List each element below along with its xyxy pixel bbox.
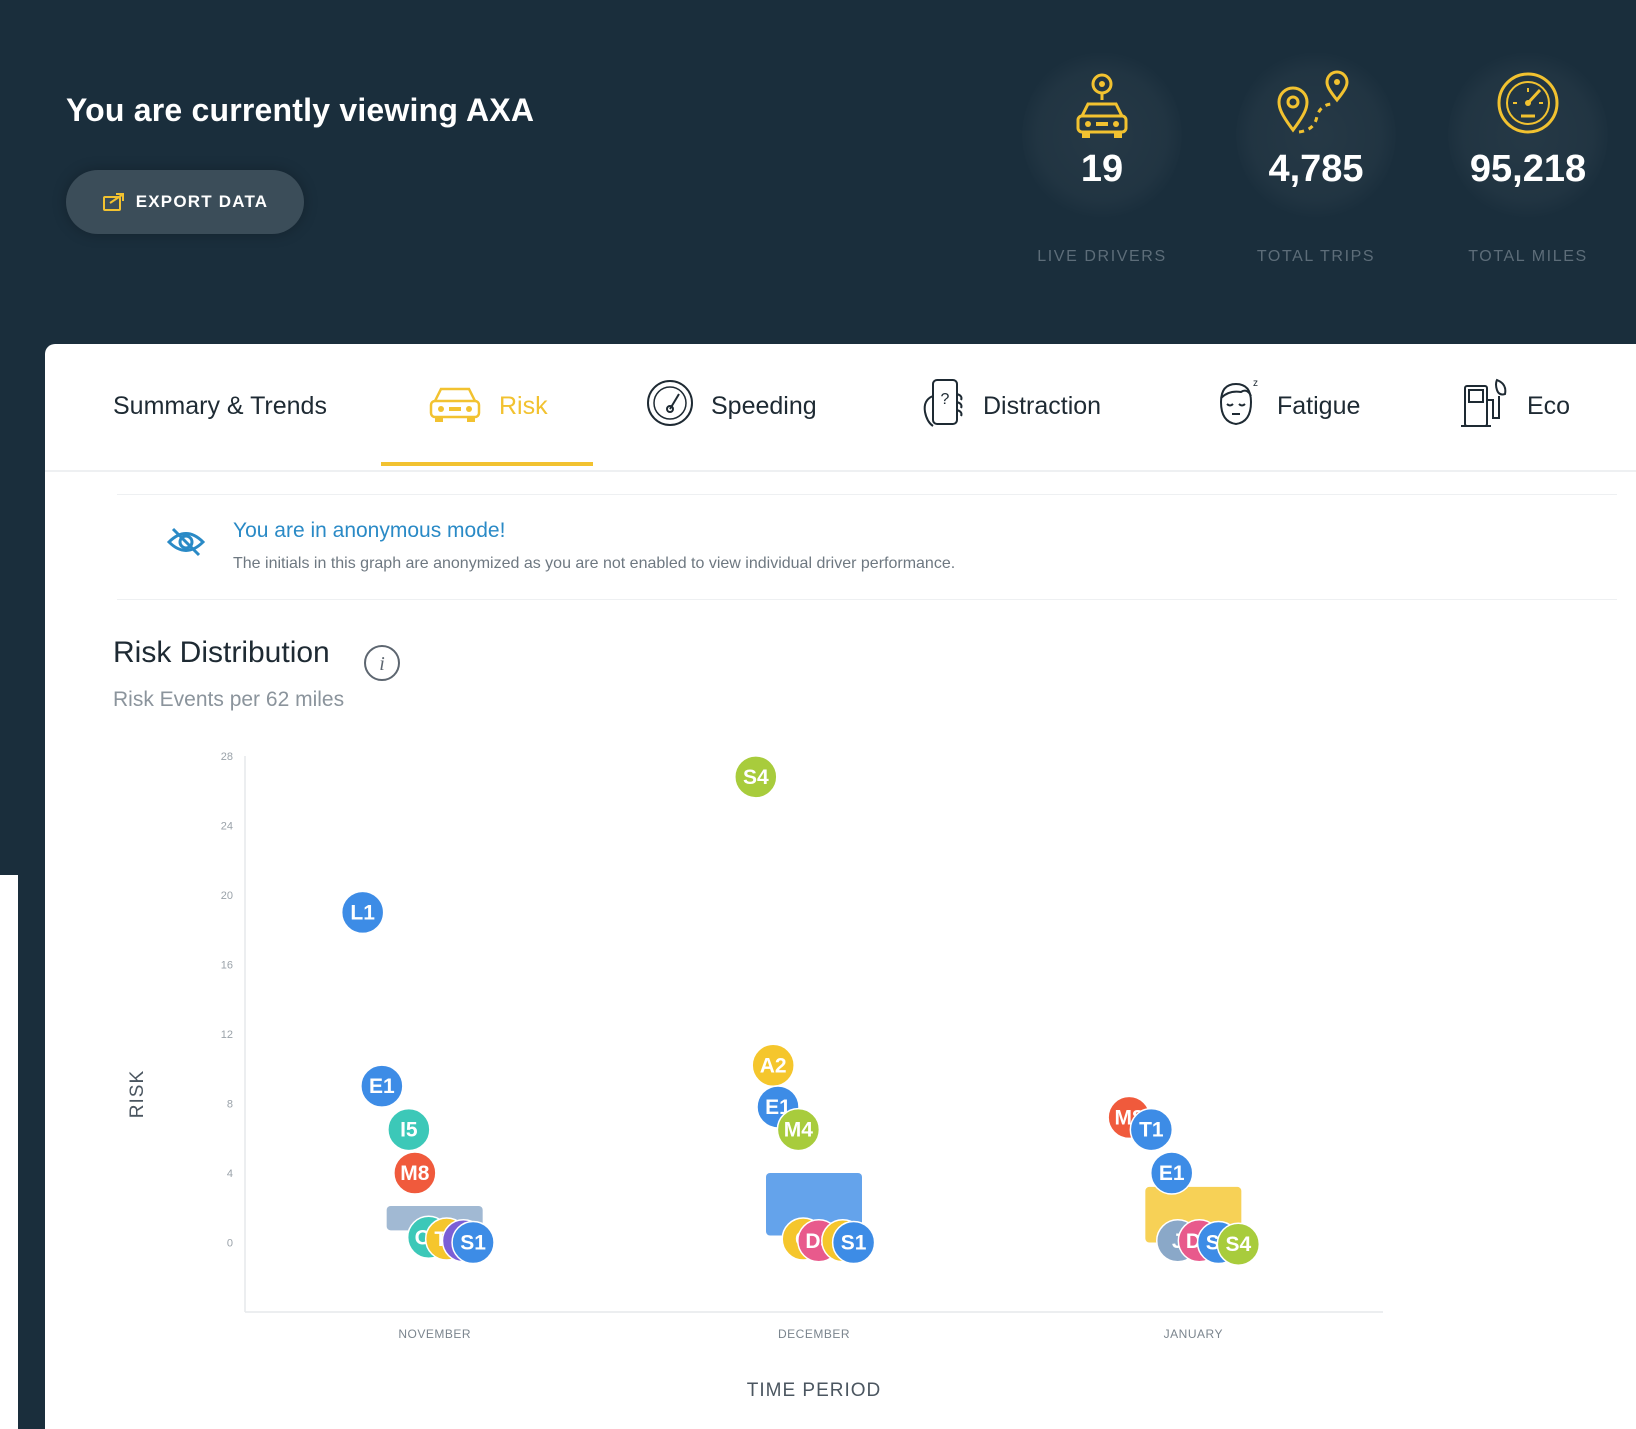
stat-total-trips: 4,785 TOTAL TRIPS (1216, 50, 1416, 280)
driver-point-label: A2 (760, 1054, 787, 1077)
route-icon (1216, 70, 1416, 140)
driver-point-label: E1 (1159, 1162, 1185, 1185)
export-data-button[interactable]: EXPORT DATA (66, 170, 304, 234)
driver-point[interactable]: S4 (1216, 1222, 1261, 1266)
y-axis-title: RISK (127, 1070, 148, 1118)
stat-total-miles: 95,218 TOTAL MILES (1428, 50, 1628, 280)
x-axis-title: TIME PERIOD (747, 1380, 882, 1401)
driver-point-label: L1 (350, 901, 375, 924)
car-pin-icon (1002, 70, 1202, 140)
driver-point[interactable]: E1 (360, 1064, 404, 1108)
driver-point[interactable]: S1 (451, 1220, 495, 1265)
driver-point[interactable]: A2 (751, 1043, 795, 1088)
driver-point[interactable]: S4 (734, 755, 778, 799)
y-tick-label: 24 (221, 821, 233, 833)
x-category-label: DECEMBER (778, 1327, 850, 1341)
live-drivers-value: 19 (1080, 148, 1124, 190)
speedometer-icon (1428, 70, 1628, 140)
driver-point-label: M8 (400, 1162, 429, 1185)
x-category-label: JANUARY (1164, 1327, 1223, 1341)
y-tick-label: 16 (221, 960, 233, 972)
driver-point[interactable]: E1 (1149, 1151, 1194, 1195)
driver-point-label: I5 (400, 1119, 418, 1142)
live-drivers-label: LIVE DRIVERS (1037, 248, 1167, 265)
x-category-label: NOVEMBER (398, 1327, 471, 1341)
driver-point[interactable]: S1 (831, 1220, 876, 1265)
driver-point-label: S4 (743, 766, 769, 789)
total-trips-value: 4,785 (1268, 148, 1364, 190)
driver-point-label: M4 (784, 1119, 813, 1142)
y-tick-label: 28 (221, 751, 233, 763)
page-title: You are currently viewing AXA (66, 92, 535, 128)
driver-point[interactable]: T1 (1129, 1107, 1174, 1152)
y-tick-label: 0 (227, 1238, 233, 1250)
main-card: Summary & Trends Risk Speeding ? Distrac… (45, 344, 1636, 1429)
driver-point[interactable]: M8 (393, 1151, 437, 1195)
export-data-label: EXPORT DATA (135, 192, 269, 211)
total-miles-label: TOTAL MILES (1468, 248, 1588, 265)
driver-point[interactable]: L1 (340, 890, 385, 935)
total-miles-value: 95,218 (1469, 148, 1587, 190)
driver-point-label: S1 (841, 1232, 867, 1255)
driver-point-label: E1 (369, 1075, 395, 1098)
risk-distribution-chart: L1E1I5M8O5T2JS1S4A2E1M4GD3VS1M8T1E1JD3S1… (127, 751, 1383, 1401)
driver-point-label: S1 (460, 1232, 486, 1255)
total-trips-label: TOTAL TRIPS (1256, 248, 1376, 265)
driver-point-label: S4 (1225, 1233, 1251, 1256)
y-tick-label: 8 (227, 1099, 233, 1111)
side-panel-edge (0, 875, 18, 1429)
y-tick-label: 4 (227, 1168, 233, 1180)
stat-live-drivers: 19 LIVE DRIVERS (1002, 50, 1202, 280)
driver-point[interactable]: I5 (387, 1107, 431, 1152)
export-icon (102, 191, 126, 213)
driver-point-label: T1 (1139, 1119, 1164, 1142)
y-tick-label: 20 (221, 890, 233, 902)
y-tick-label: 12 (221, 1029, 233, 1041)
driver-point[interactable]: M4 (776, 1107, 821, 1152)
